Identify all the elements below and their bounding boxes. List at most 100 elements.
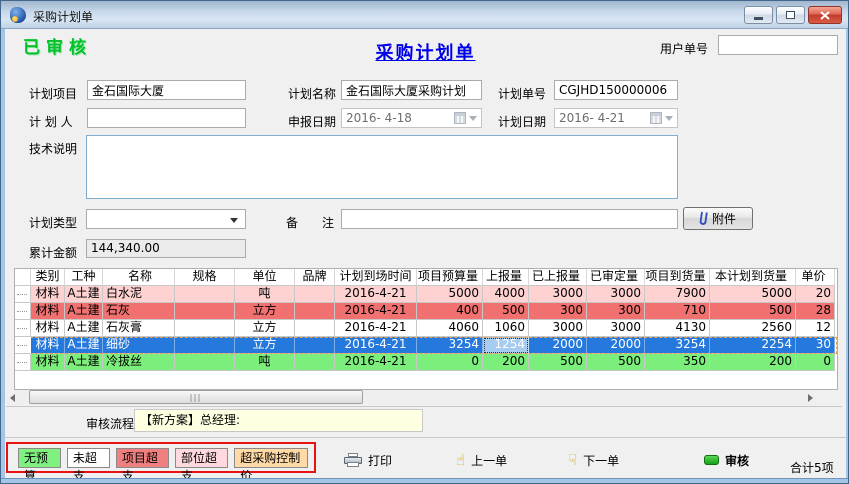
tech-note-textarea[interactable] [86, 135, 678, 199]
column-header[interactable]: 工种 [65, 269, 103, 286]
grid-cell[interactable]: A土建 [65, 337, 103, 354]
grid-cell[interactable]: A土建 [65, 303, 103, 320]
grid-cell[interactable]: 2016-4-21 [335, 303, 417, 320]
plan-project-input[interactable] [87, 80, 246, 100]
grid-cell[interactable]: 细砂 [103, 337, 175, 354]
scroll-left-icon[interactable] [10, 394, 15, 402]
next-record-button[interactable]: ☟ 下一单 [568, 450, 619, 470]
grid-cell[interactable] [295, 354, 335, 371]
grid-cell[interactable]: 0 [417, 354, 483, 371]
grid-cell[interactable]: 材料 [31, 286, 65, 303]
grid-cell[interactable]: 石灰膏 [103, 320, 175, 337]
grid-cell[interactable] [295, 337, 335, 354]
grid-cell[interactable]: 2016-4-21 [335, 320, 417, 337]
column-header[interactable]: 已审定量 [587, 269, 645, 286]
column-header[interactable]: 上报量 [483, 269, 529, 286]
grid-cell[interactable]: 2016-4-21 [335, 286, 417, 303]
row-indicator[interactable] [15, 354, 31, 371]
grid-cell[interactable]: 2016-4-21 [335, 354, 417, 371]
grid-cell[interactable]: 28 [796, 303, 835, 320]
grid-cell[interactable]: 2254 [710, 337, 796, 354]
column-header[interactable]: 单位 [235, 269, 295, 286]
grid-cell[interactable]: 吨 [235, 354, 295, 371]
grid-cell[interactable] [175, 286, 235, 303]
grid-cell[interactable]: 2000 [587, 337, 645, 354]
horizontal-scrollbar[interactable] [6, 390, 817, 405]
grid-cell[interactable]: 500 [483, 303, 529, 320]
column-header[interactable]: 项目到货量 [645, 269, 710, 286]
grid-cell[interactable] [295, 303, 335, 320]
scroll-right-icon[interactable] [808, 394, 813, 402]
row-indicator[interactable] [15, 303, 31, 320]
table-row[interactable]: 材料A土建冷拔丝吨2016-4-2102005005003502000 [15, 354, 837, 371]
grid-cell[interactable]: 2000 [529, 337, 587, 354]
chevron-down-icon[interactable] [665, 116, 673, 121]
column-header[interactable]: 计划到场时间 [335, 269, 417, 286]
grid-cell[interactable]: A土建 [65, 320, 103, 337]
grid-cell[interactable]: 4000 [483, 286, 529, 303]
grid-cell[interactable]: 材料 [31, 303, 65, 320]
grid-cell[interactable] [175, 303, 235, 320]
calendar-icon[interactable] [650, 112, 662, 124]
grid-cell[interactable]: 冷拔丝 [103, 354, 175, 371]
row-indicator[interactable] [15, 286, 31, 303]
table-row[interactable]: 材料A土建石灰立方2016-4-2140050030030071050028 [15, 303, 837, 320]
grid-cell[interactable]: 500 [529, 354, 587, 371]
grid-cell[interactable]: A土建 [65, 354, 103, 371]
column-header[interactable]: 项目预算量 [417, 269, 483, 286]
grid-cell[interactable]: 2016-4-21 [335, 337, 417, 354]
grid-cell[interactable]: 立方 [235, 320, 295, 337]
grid-cell[interactable]: 材料 [31, 337, 65, 354]
close-button[interactable] [808, 6, 842, 24]
column-header[interactable]: 本计划到货量 [710, 269, 796, 286]
grid-cell[interactable]: 3000 [587, 286, 645, 303]
grid-cell[interactable]: 3254 [645, 337, 710, 354]
grid-cell[interactable] [295, 286, 335, 303]
grid-cell[interactable]: 350 [645, 354, 710, 371]
grid-cell[interactable]: 3000 [587, 320, 645, 337]
column-header[interactable]: 名称 [103, 269, 175, 286]
grid-cell[interactable]: 3254 [417, 337, 483, 354]
declare-date-picker[interactable]: 2016- 4-18 [341, 108, 482, 128]
grid-cell[interactable]: 石灰 [103, 303, 175, 320]
grid-cell[interactable]: 200 [710, 354, 796, 371]
user-no-input[interactable] [718, 35, 838, 55]
grid-cell[interactable]: 白水泥 [103, 286, 175, 303]
grid-cell[interactable] [175, 354, 235, 371]
prev-record-button[interactable]: ☝ 上一单 [456, 450, 507, 470]
grid-cell[interactable]: 1254 [483, 337, 529, 354]
grid-cell[interactable]: 20 [796, 286, 835, 303]
calendar-icon[interactable] [454, 112, 466, 124]
grid-cell[interactable]: 材料 [31, 354, 65, 371]
grid-cell[interactable]: 4060 [417, 320, 483, 337]
maximize-button[interactable] [776, 6, 805, 24]
plan-name-input[interactable] [341, 80, 482, 100]
minimize-button[interactable] [744, 6, 773, 24]
table-row[interactable]: 材料A土建细砂立方2016-4-213254125420002000325422… [15, 337, 837, 354]
planner-input[interactable] [87, 108, 246, 128]
plan-date-picker[interactable]: 2016- 4-21 [554, 108, 678, 128]
grid-cell[interactable] [295, 320, 335, 337]
grid-cell[interactable]: 材料 [31, 320, 65, 337]
grid-cell[interactable]: 吨 [235, 286, 295, 303]
column-header[interactable]: 类别 [31, 269, 65, 286]
audit-button[interactable]: 审核 [704, 450, 749, 470]
grid-cell[interactable]: 3000 [529, 286, 587, 303]
column-header[interactable]: 已上报量 [529, 269, 587, 286]
column-header[interactable]: 规格 [175, 269, 235, 286]
table-row[interactable]: 材料A土建白水泥吨2016-4-215000400030003000790050… [15, 286, 837, 303]
column-header[interactable]: 单价 [796, 269, 835, 286]
grid-cell[interactable]: 7900 [645, 286, 710, 303]
grid-cell[interactable]: 1060 [483, 320, 529, 337]
plan-type-select[interactable] [86, 209, 246, 229]
scrollbar-thumb[interactable] [29, 390, 363, 404]
grid-cell[interactable]: 500 [710, 303, 796, 320]
grid-cell[interactable]: 30 [796, 337, 835, 354]
grid-cell[interactable]: 200 [483, 354, 529, 371]
grid-cell[interactable]: 400 [417, 303, 483, 320]
grid-cell[interactable]: 710 [645, 303, 710, 320]
print-button[interactable]: 打印 [344, 450, 392, 470]
grid-cell[interactable]: 0 [796, 354, 835, 371]
chevron-down-icon[interactable] [469, 116, 477, 121]
grid-cell[interactable]: 5000 [417, 286, 483, 303]
